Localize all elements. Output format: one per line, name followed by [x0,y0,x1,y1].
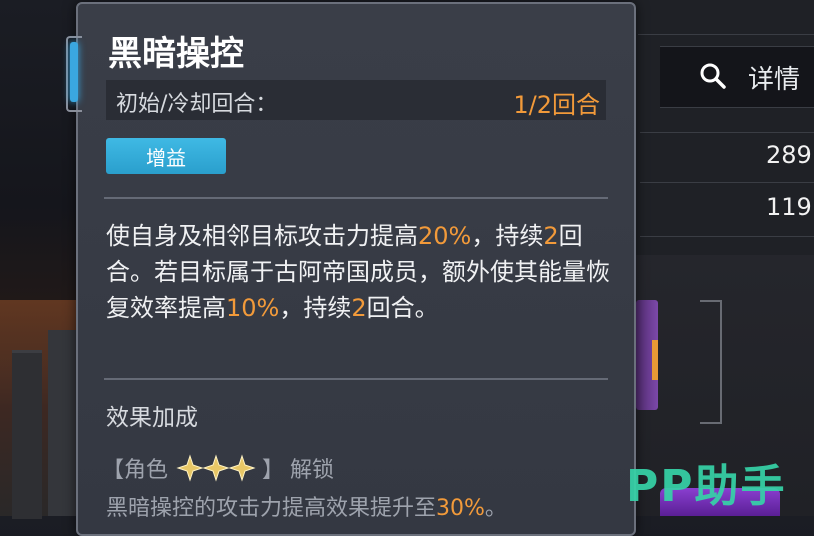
desc-text: ，持续 [471,222,544,250]
unlock-requirement: 【 角色 】 解锁 [102,452,334,484]
bonus-effect: 黑暗操控的攻击力提高效果提升至30%。 [106,490,507,522]
desc-value: 20% [418,222,472,250]
background-building [12,350,42,519]
skill-type-badge: 增益 [106,138,226,174]
bracket-open: 【 [102,458,125,483]
skill-title: 黑暗操控 [108,34,244,74]
search-icon [700,63,726,89]
bonus-end: 。 [484,496,507,521]
unlock-suffix: 解锁 [290,458,335,483]
bonus-text: 黑暗操控的攻击力提高效果提升至 [106,496,437,521]
desc-text: 使自身及相邻目标攻击力提高 [106,222,418,250]
divider [104,378,608,380]
divider [640,236,814,237]
star-rating [176,454,256,482]
right-panel-header [638,0,814,35]
stat-value: 289 [766,141,812,169]
skill-description: 使自身及相邻目标攻击力提高20%，持续2回合。若目标属于古阿帝国成员，额外使其能… [106,218,618,326]
gold-star-icon [202,454,230,482]
divider [640,182,814,183]
effect-section-title: 效果加成 [106,405,198,431]
divider [104,197,608,199]
gold-star-icon [228,454,256,482]
tooltip-accent [70,42,78,102]
detail-button[interactable]: 详情 [660,46,814,108]
desc-value: 2 [543,222,559,250]
desc-text: 回合。 [366,294,439,322]
desc-value: 2 [351,294,367,322]
card-marker [652,340,658,380]
detail-label: 详情 [748,65,801,95]
stat-value: 119 [766,193,812,221]
desc-text: ，持续 [279,294,352,322]
desc-value: 10% [226,294,280,322]
role-label: 角色 [124,458,169,483]
frame-bracket [700,300,722,424]
watermark-logo: PP助手 [626,461,787,512]
divider [640,132,814,133]
cooldown-label: 初始/冷却回合： [116,92,278,117]
cooldown-value: 1/2回合 [513,91,600,119]
bonus-value: 30% [436,496,485,521]
bracket-close: 】 [262,458,285,483]
gold-star-icon [176,454,204,482]
